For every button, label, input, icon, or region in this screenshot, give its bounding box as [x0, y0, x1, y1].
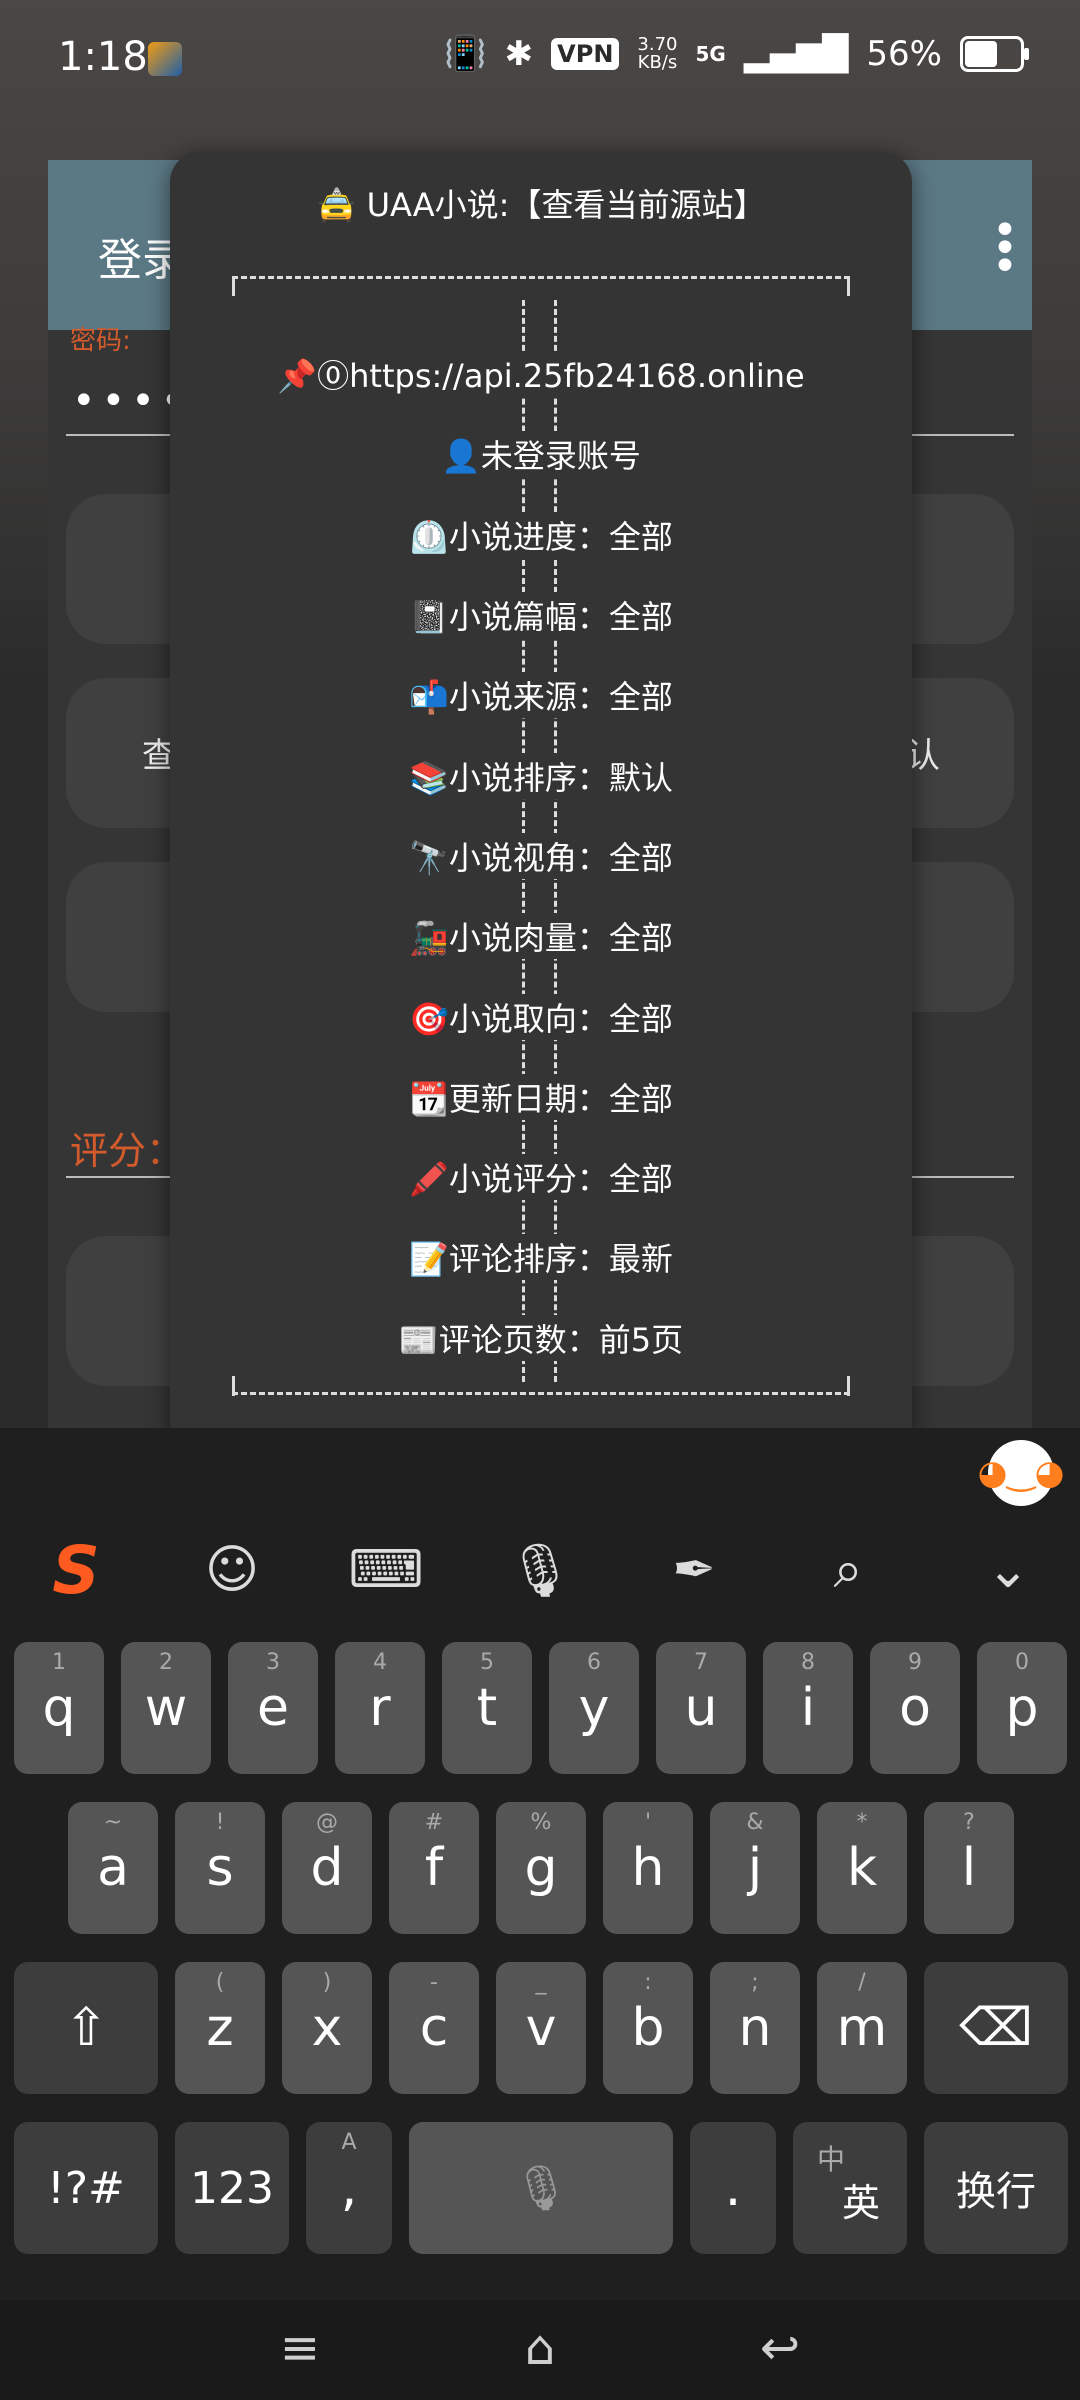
key-d[interactable]: @ d	[282, 1802, 372, 1934]
symbols-key[interactable]: !?#	[14, 2122, 158, 2254]
key-x[interactable]: ) x	[282, 1962, 372, 2094]
key-e[interactable]: 3e	[228, 1642, 318, 1774]
info-row-comment-sort: 📝评论排序：最新	[170, 1217, 912, 1297]
sogou-logo-icon[interactable]: S	[36, 1530, 116, 1610]
info-row-progress: ⏲️小说进度：全部	[170, 495, 912, 575]
language-switch-key[interactable]: 中英	[793, 2122, 907, 2254]
shift-key[interactable]: ⇧	[14, 1962, 158, 2094]
key-u[interactable]: 7u	[656, 1642, 746, 1774]
info-row-content: 🚂小说肉量：全部	[170, 896, 912, 976]
backspace-key[interactable]: ⌫	[924, 1962, 1068, 2094]
key-n[interactable]: ; n	[710, 1962, 800, 2094]
comma-key[interactable]: A,	[306, 2122, 392, 2254]
mic-icon: 🎙	[513, 2163, 569, 2214]
key-t[interactable]: 5t	[442, 1642, 532, 1774]
frame-bottom-border	[232, 1380, 850, 1395]
key-m[interactable]: / m	[817, 1962, 907, 2094]
status-bar: 1:18 📳 ✱ VPN 3.70 KB/s 5G ▂▄▆█ 56%	[0, 0, 1080, 120]
more-options-icon[interactable]: •••	[992, 209, 1018, 289]
info-row-comment-pages: 📰评论页数：前5页	[170, 1298, 912, 1378]
info-row-url: 📌⓪https://api.25fb24168.online	[170, 334, 912, 414]
collapse-keyboard-icon[interactable]: ⌄	[968, 1530, 1048, 1610]
home-icon[interactable]: ⌂	[500, 2318, 580, 2378]
key-k[interactable]: * k	[817, 1802, 907, 1934]
key-r[interactable]: 4r	[335, 1642, 425, 1774]
key-c[interactable]: -c	[389, 1962, 479, 2094]
source-info-dialog: 🚖 UAA小说:【查看当前源站】 📌⓪https://api.25fb24168…	[170, 152, 912, 1452]
handwrite-icon[interactable]: ✒	[654, 1530, 734, 1610]
enter-key[interactable]: 换行	[924, 2122, 1068, 2254]
key-j[interactable]: & j	[710, 1802, 800, 1934]
password-label: 密码:	[70, 326, 131, 356]
key-q[interactable]: 1q	[14, 1642, 104, 1774]
mascot-icon[interactable]: ◕‿◕	[978, 1440, 1064, 1506]
info-row-source: 📬小说来源：全部	[170, 655, 912, 735]
key-o[interactable]: 9o	[870, 1642, 960, 1774]
key-s[interactable]: ! s	[175, 1802, 265, 1934]
info-row-sort: 📚小说排序：默认	[170, 735, 912, 815]
key-y[interactable]: 6y	[549, 1642, 639, 1774]
key-w[interactable]: 2w	[121, 1642, 211, 1774]
shift-icon: ⇧	[64, 1998, 108, 2058]
backspace-icon: ⌫	[959, 1998, 1033, 2058]
voice-icon[interactable]: 🎙	[500, 1530, 580, 1610]
key-f[interactable]: # f	[389, 1802, 479, 1934]
network-speed: 3.70 KB/s	[637, 34, 678, 73]
network-type: 5G	[695, 42, 726, 66]
key-v[interactable]: _ v	[496, 1962, 586, 2094]
vpn-badge: VPN	[551, 38, 620, 70]
period-key[interactable]: .	[690, 2122, 776, 2254]
numbers-key[interactable]: 123	[175, 2122, 289, 2254]
score-label: 评分：	[70, 1129, 185, 1173]
search-icon[interactable]: ⌕	[808, 1530, 888, 1610]
space-key[interactable]: 🎙	[409, 2122, 673, 2254]
info-row-rating: 🖍️小说评分：全部	[170, 1137, 912, 1217]
info-list: 📌⓪https://api.25fb24168.online 👤未登录账号 ⏲️…	[170, 334, 912, 1378]
key-g[interactable]: % g	[496, 1802, 586, 1934]
key-l[interactable]: ? l	[924, 1802, 1014, 1934]
keyboard-icon[interactable]: ⌨	[346, 1530, 426, 1610]
shield-app-icon	[148, 42, 182, 76]
key-i[interactable]: 8i	[763, 1642, 853, 1774]
dialog-title: 🚖 UAA小说:【查看当前源站】	[316, 186, 766, 224]
bluetooth-icon: ✱	[504, 34, 534, 74]
signal-icon: ▂▄▆█	[743, 34, 849, 74]
key-h[interactable]: ' h	[603, 1802, 693, 1934]
info-row-orientation: 🎯小说取向：全部	[170, 976, 912, 1056]
key-p[interactable]: 0p	[977, 1642, 1067, 1774]
frame-top-border	[232, 276, 850, 291]
vibrate-icon: 📳	[444, 34, 487, 74]
clock: 1:18	[58, 34, 148, 80]
back-icon[interactable]: ↩	[740, 2318, 820, 2378]
key-b[interactable]: :b	[603, 1962, 693, 2094]
battery-percent: 56%	[866, 34, 942, 74]
info-row-update-date: 📆更新日期：全部	[170, 1057, 912, 1137]
key-z[interactable]: (z	[175, 1962, 265, 2094]
battery-icon	[960, 36, 1029, 72]
key-a[interactable]: ~ a	[68, 1802, 158, 1934]
info-row-perspective: 🔭小说视角：全部	[170, 816, 912, 896]
menu-icon[interactable]: ≡	[260, 2318, 340, 2378]
info-row-length: 📓小说篇幅：全部	[170, 575, 912, 655]
emoji-icon[interactable]: ☺	[192, 1530, 272, 1610]
info-row-account: 👤未登录账号	[170, 414, 912, 494]
